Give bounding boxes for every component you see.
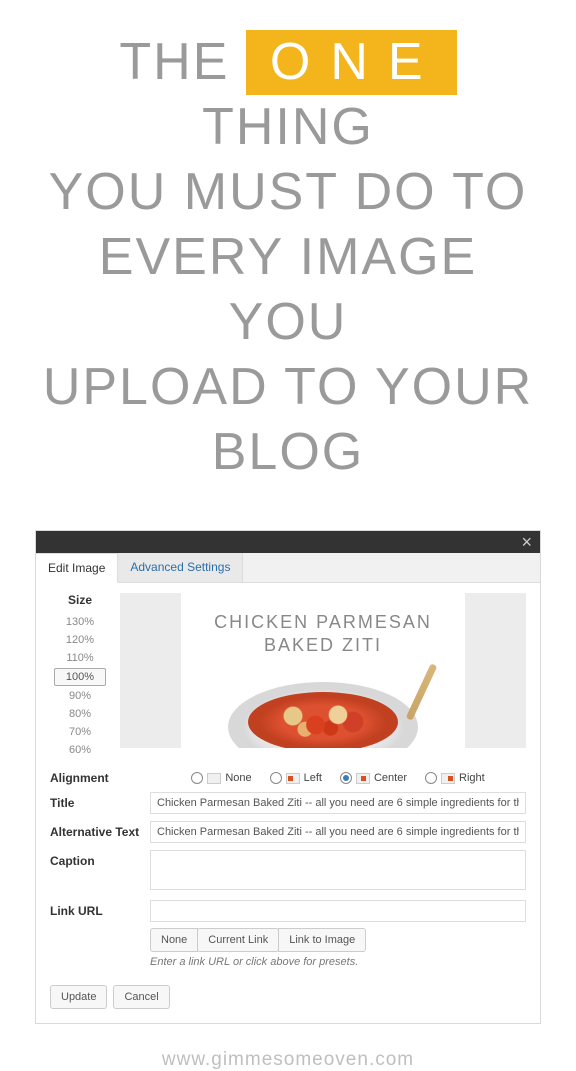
headline-text: EVERY IMAGE YOU: [99, 228, 477, 351]
size-option[interactable]: 60%: [50, 741, 110, 759]
align-none[interactable]: None: [191, 772, 251, 784]
align-right-icon: [441, 773, 455, 784]
preview-title-line: BAKED ZITI: [264, 635, 382, 655]
headline-text: UPLOAD TO YOUR BLOG: [43, 358, 533, 481]
radio-icon: [270, 772, 282, 784]
align-center[interactable]: Center: [340, 772, 407, 784]
align-right[interactable]: Right: [425, 772, 485, 784]
close-icon[interactable]: ×: [521, 532, 532, 553]
size-option[interactable]: 90%: [50, 687, 110, 705]
link-url-input[interactable]: [150, 900, 526, 922]
align-none-icon: [207, 773, 221, 784]
link-url-label: Link URL: [50, 900, 150, 918]
preview-title-line: CHICKEN PARMESAN: [214, 612, 432, 632]
size-option-selected[interactable]: 100%: [54, 668, 106, 686]
align-label: None: [225, 772, 251, 784]
cancel-button[interactable]: Cancel: [113, 985, 169, 1009]
size-option[interactable]: 130%: [50, 613, 110, 631]
title-label: Title: [50, 796, 150, 810]
dialog-tabs: Edit Image Advanced Settings: [36, 553, 540, 583]
size-column: Size 130% 120% 110% 100% 90% 80% 70% 60%: [50, 593, 110, 759]
caption-input[interactable]: [150, 850, 526, 890]
headline-text: THING: [202, 98, 374, 156]
link-image-button[interactable]: Link to Image: [278, 928, 366, 952]
radio-icon: [340, 772, 352, 784]
link-none-button[interactable]: None: [150, 928, 198, 952]
align-left[interactable]: Left: [270, 772, 322, 784]
caption-label: Caption: [50, 850, 150, 868]
align-center-icon: [356, 773, 370, 784]
align-label: Left: [304, 772, 322, 784]
link-hint: Enter a link URL or click above for pres…: [150, 956, 526, 968]
link-current-button[interactable]: Current Link: [197, 928, 279, 952]
dialog-panel: Size 130% 120% 110% 100% 90% 80% 70% 60%…: [36, 583, 540, 1023]
headline-text: YOU MUST DO TO: [49, 163, 528, 221]
edit-image-dialog: × Edit Image Advanced Settings Size 130%…: [35, 530, 541, 1024]
radio-icon: [191, 772, 203, 784]
alignment-group: None Left Center Right: [150, 772, 526, 784]
radio-icon: [425, 772, 437, 784]
align-label: Right: [459, 772, 485, 784]
tab-advanced-settings[interactable]: Advanced Settings: [118, 553, 243, 582]
alt-text-label: Alternative Text: [50, 825, 150, 839]
align-left-icon: [286, 773, 300, 784]
size-label: Size: [50, 593, 110, 607]
size-option[interactable]: 120%: [50, 631, 110, 649]
image-preview: CHICKEN PARMESAN BAKED ZITI: [120, 593, 526, 748]
link-preset-buttons: None Current Link Link to Image: [150, 928, 526, 952]
title-input[interactable]: [150, 792, 526, 814]
size-option[interactable]: 70%: [50, 723, 110, 741]
size-option[interactable]: 110%: [50, 649, 110, 667]
update-button[interactable]: Update: [50, 985, 107, 1009]
headline-text: THE: [119, 33, 245, 91]
dialog-titlebar: ×: [36, 531, 540, 553]
preview-food-image: [233, 672, 413, 732]
align-label: Center: [374, 772, 407, 784]
size-option[interactable]: 80%: [50, 705, 110, 723]
dialog-footer: Update Cancel: [50, 975, 526, 1009]
alignment-label: Alignment: [50, 771, 150, 785]
preview-title: CHICKEN PARMESAN BAKED ZITI: [214, 611, 432, 658]
tab-edit-image[interactable]: Edit Image: [36, 553, 118, 583]
article-headline: THE ONE THING YOU MUST DO TO EVERY IMAGE…: [35, 30, 541, 485]
alt-text-input[interactable]: [150, 821, 526, 843]
site-credit: www.gimmesomeoven.com: [162, 1049, 414, 1071]
headline-highlight: ONE: [246, 30, 457, 95]
